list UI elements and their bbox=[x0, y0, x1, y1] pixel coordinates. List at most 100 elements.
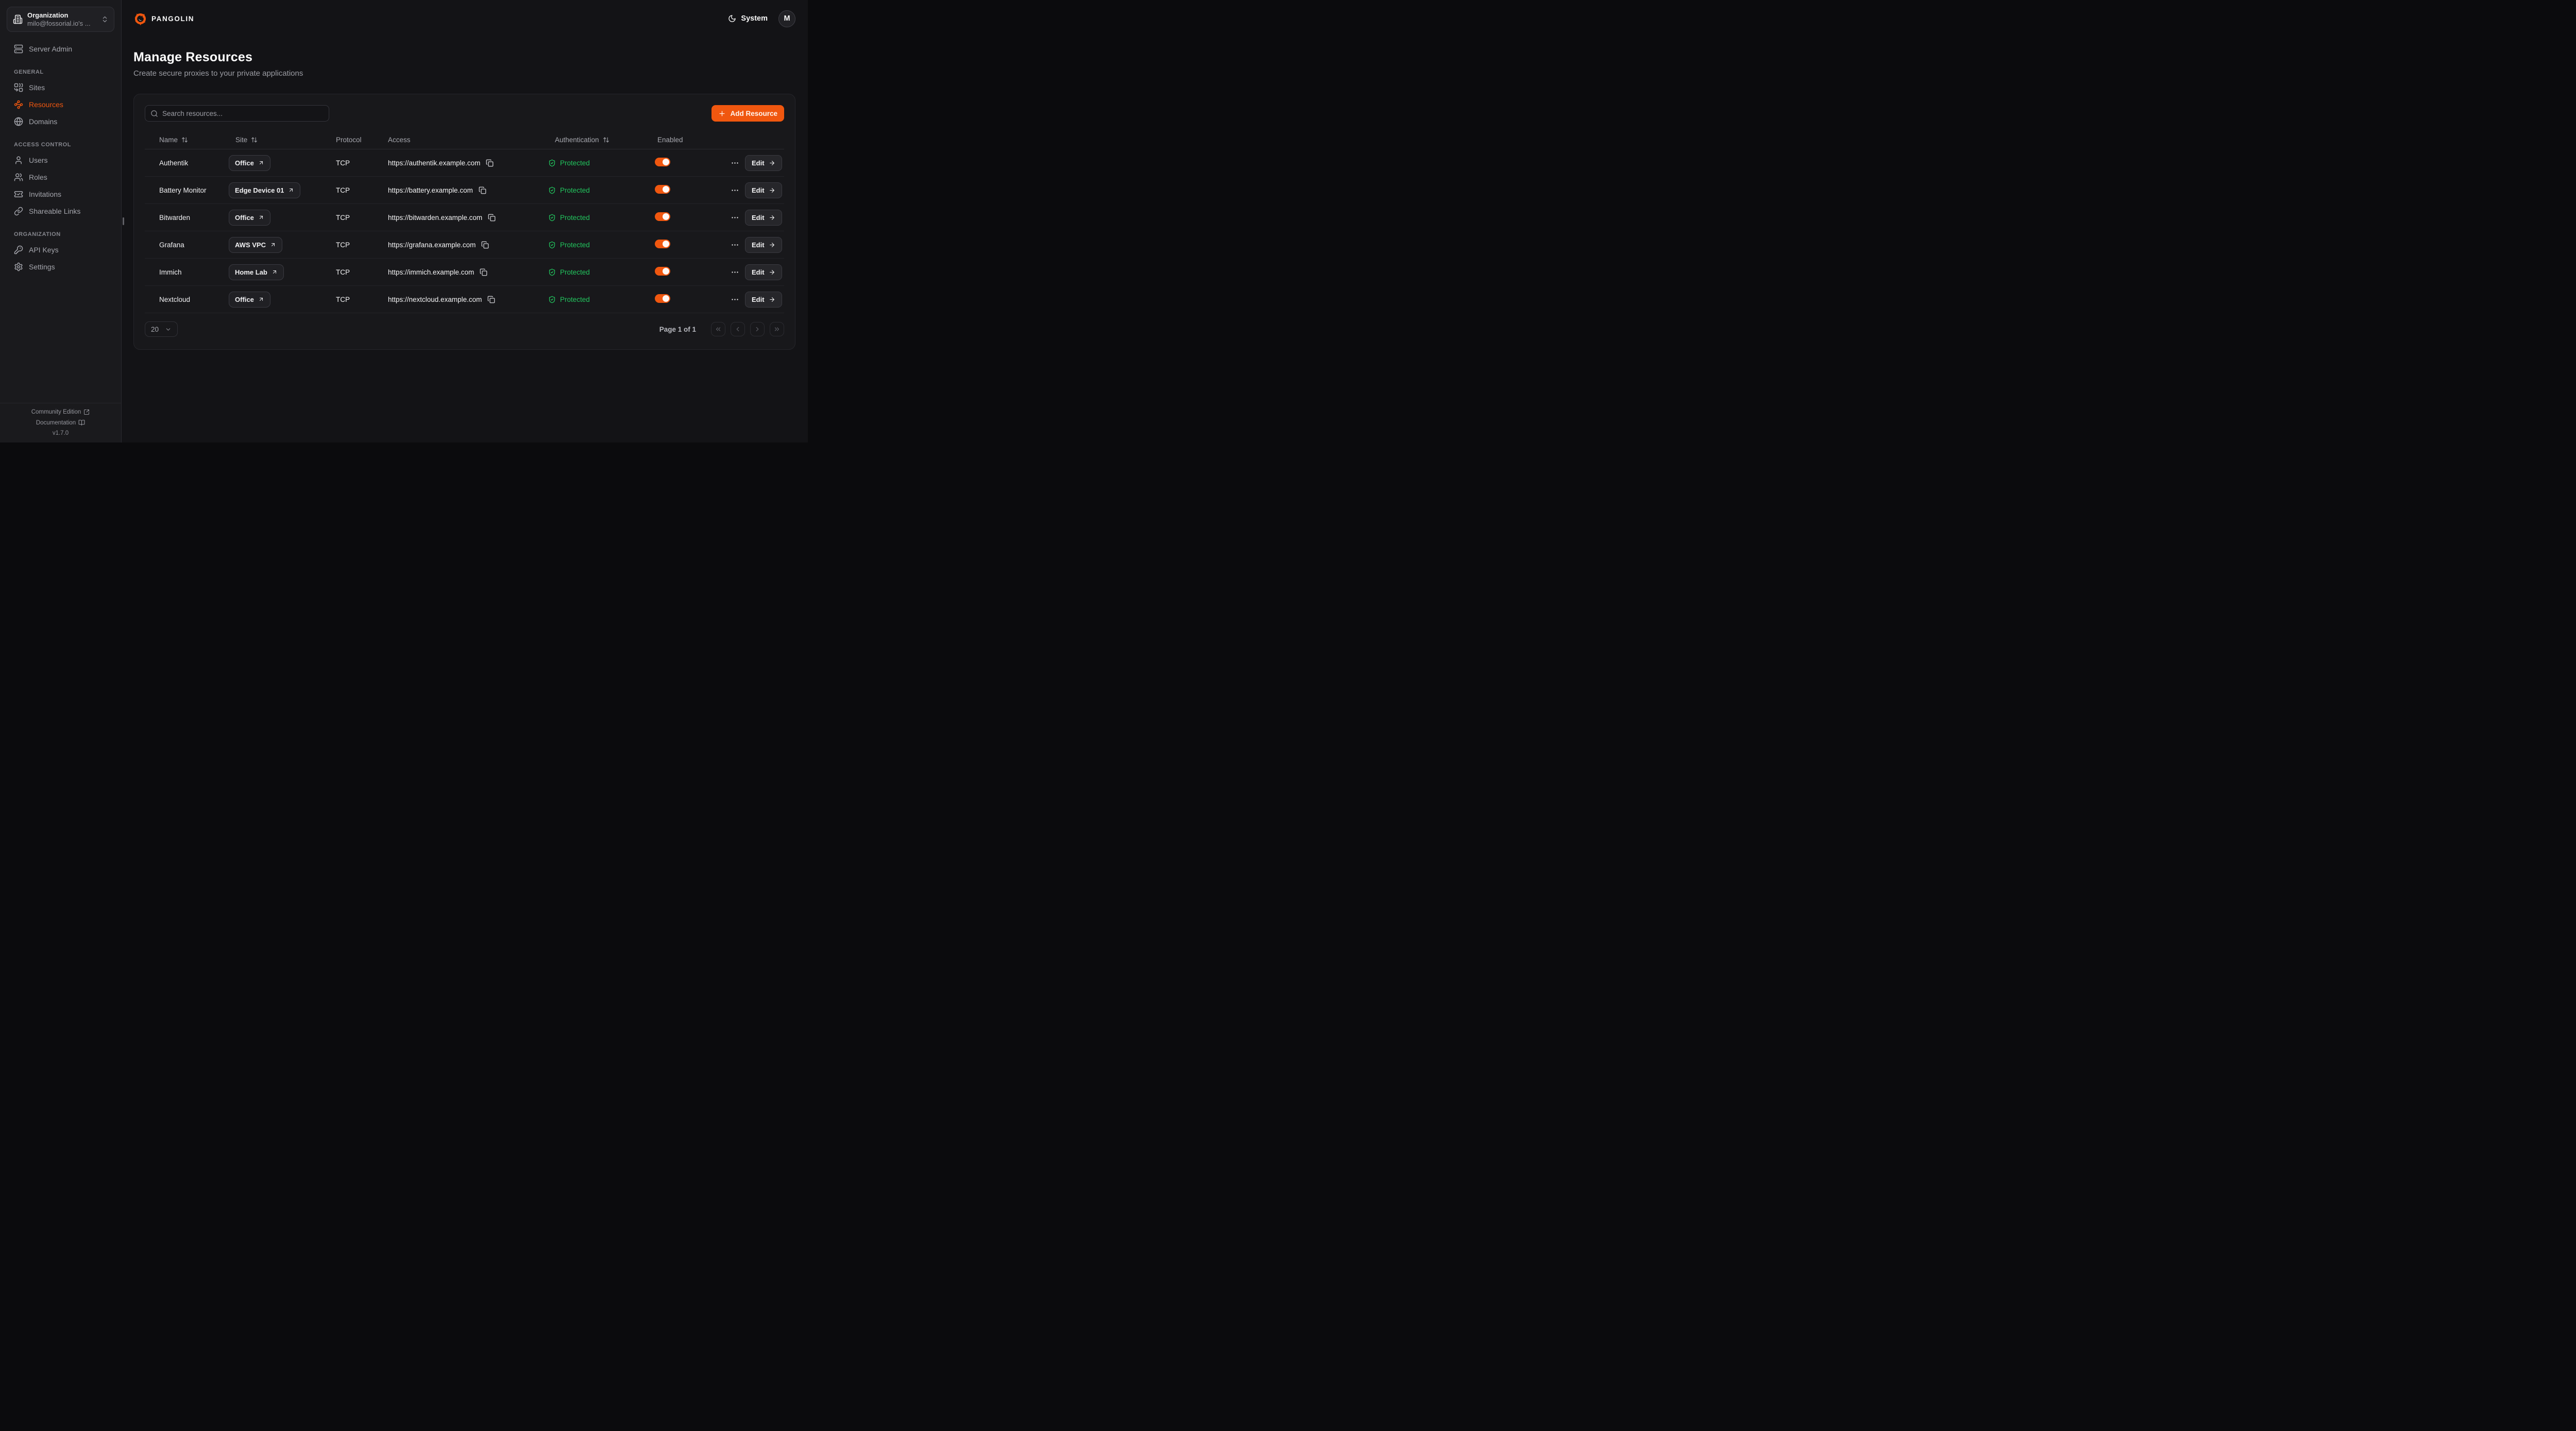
enabled-toggle[interactable] bbox=[655, 240, 670, 248]
documentation-link[interactable]: Documentation bbox=[0, 419, 121, 426]
auth-status-label: Protected bbox=[560, 159, 590, 167]
auth-status-badge: Protected bbox=[548, 241, 655, 249]
chevrons-up-down-icon bbox=[101, 15, 109, 23]
row-menu-button[interactable] bbox=[730, 185, 740, 196]
brand: PANGOLIN bbox=[133, 12, 194, 26]
section-label: GENERAL bbox=[0, 69, 121, 75]
arrow-right-icon bbox=[769, 160, 775, 166]
enabled-toggle[interactable] bbox=[655, 212, 670, 221]
brand-name: PANGOLIN bbox=[151, 15, 194, 23]
search-input[interactable] bbox=[162, 110, 324, 117]
edit-button[interactable]: Edit bbox=[745, 182, 782, 198]
column-header-site[interactable]: Site bbox=[229, 136, 336, 144]
section-label: ORGANIZATION bbox=[0, 231, 121, 237]
sidebar-item-shareable-links[interactable]: Shareable Links bbox=[0, 202, 121, 219]
row-menu-button[interactable] bbox=[730, 158, 740, 168]
auth-status-badge: Protected bbox=[548, 159, 655, 167]
edit-button[interactable]: Edit bbox=[745, 210, 782, 226]
site-link-button[interactable]: AWS VPC bbox=[229, 237, 282, 253]
edit-label: Edit bbox=[752, 159, 765, 167]
add-resource-button[interactable]: Add Resource bbox=[711, 105, 784, 122]
sidebar-item-users[interactable]: Users bbox=[0, 151, 121, 168]
sidebar-item-label: Domains bbox=[29, 117, 57, 126]
column-header-name[interactable]: Name bbox=[159, 136, 229, 144]
resources-card: Add Resource Name Site bbox=[133, 94, 795, 350]
row-menu-button[interactable] bbox=[730, 212, 740, 223]
sidebar-item-api-keys[interactable]: API Keys bbox=[0, 241, 121, 258]
shield-check-icon bbox=[548, 159, 556, 167]
edit-label: Edit bbox=[752, 296, 765, 303]
copy-url-button[interactable] bbox=[480, 268, 487, 276]
last-page-button[interactable] bbox=[770, 322, 784, 336]
resource-url: https://authentik.example.com bbox=[388, 159, 480, 167]
sidebar-section-access-control: ACCESS CONTROL Users Roles Invitations bbox=[0, 142, 121, 219]
site-link-button[interactable]: Office bbox=[229, 210, 270, 226]
edit-label: Edit bbox=[752, 186, 765, 194]
copy-url-button[interactable] bbox=[479, 186, 486, 194]
next-page-button[interactable] bbox=[750, 322, 765, 336]
edit-button[interactable]: Edit bbox=[745, 155, 782, 171]
copy-url-button[interactable] bbox=[487, 296, 495, 303]
copy-url-button[interactable] bbox=[486, 159, 494, 167]
sidebar-item-invitations[interactable]: Invitations bbox=[0, 185, 121, 202]
copy-url-button[interactable] bbox=[488, 214, 496, 222]
shield-check-icon bbox=[548, 268, 556, 276]
enabled-toggle[interactable] bbox=[655, 294, 670, 303]
sidebar-item-resources[interactable]: Resources bbox=[0, 96, 121, 113]
page-header: Manage Resources Create secure proxies t… bbox=[133, 50, 795, 78]
main-content: PANGOLIN System M Manage Resources Creat… bbox=[122, 0, 808, 442]
section-label: ACCESS CONTROL bbox=[0, 142, 121, 148]
sidebar-item-domains[interactable]: Domains bbox=[0, 113, 121, 130]
row-menu-button[interactable] bbox=[730, 294, 740, 305]
sidebar-item-server-admin[interactable]: Server Admin bbox=[0, 40, 121, 57]
enabled-toggle[interactable] bbox=[655, 158, 670, 166]
user-avatar[interactable]: M bbox=[778, 10, 795, 27]
page-subtitle: Create secure proxies to your private ap… bbox=[133, 69, 795, 78]
resource-protocol: TCP bbox=[336, 268, 388, 276]
column-header-authentication[interactable]: Authentication bbox=[548, 136, 655, 144]
site-link-button[interactable]: Office bbox=[229, 155, 270, 171]
copy-url-button[interactable] bbox=[481, 241, 489, 249]
site-name: Office bbox=[235, 159, 254, 167]
sidebar-section-general: GENERAL Sites Resources Domains bbox=[0, 69, 121, 130]
waypoints-icon bbox=[14, 100, 23, 109]
column-header-protocol: Protocol bbox=[336, 136, 388, 144]
app-window: Organization milo@fossorial.io's ... Ser… bbox=[0, 0, 808, 442]
edit-label: Edit bbox=[752, 241, 765, 249]
sidebar-item-sites[interactable]: Sites bbox=[0, 79, 121, 96]
prev-page-button[interactable] bbox=[731, 322, 745, 336]
ticket-check-icon bbox=[14, 190, 23, 199]
edit-button[interactable]: Edit bbox=[745, 292, 782, 308]
chevron-down-icon bbox=[165, 326, 172, 333]
resource-name: Grafana bbox=[159, 241, 229, 249]
org-selector-label: Organization bbox=[27, 11, 101, 20]
edit-button[interactable]: Edit bbox=[745, 237, 782, 253]
arrow-up-right-icon bbox=[270, 242, 276, 248]
arrow-up-right-icon bbox=[258, 296, 264, 302]
page-title: Manage Resources bbox=[133, 50, 795, 65]
theme-selector[interactable]: System bbox=[728, 14, 768, 23]
row-menu-button[interactable] bbox=[730, 267, 740, 278]
edit-button[interactable]: Edit bbox=[745, 264, 782, 280]
version-label: v1.7.0 bbox=[0, 430, 121, 436]
sidebar-item-settings[interactable]: Settings bbox=[0, 258, 121, 275]
users-icon bbox=[14, 173, 23, 182]
site-link-button[interactable]: Edge Device 01 bbox=[229, 182, 300, 198]
enabled-toggle[interactable] bbox=[655, 267, 670, 276]
first-page-button[interactable] bbox=[711, 322, 725, 336]
org-selector[interactable]: Organization milo@fossorial.io's ... bbox=[7, 7, 114, 32]
sidebar-item-roles[interactable]: Roles bbox=[0, 168, 121, 185]
enabled-toggle[interactable] bbox=[655, 185, 670, 194]
resource-name: Immich bbox=[159, 268, 229, 276]
resource-protocol: TCP bbox=[336, 159, 388, 167]
column-header-access: Access bbox=[388, 136, 548, 144]
site-link-button[interactable]: Home Lab bbox=[229, 264, 284, 280]
community-edition-link[interactable]: Community Edition bbox=[0, 409, 121, 415]
page-size-select[interactable]: 20 bbox=[145, 321, 178, 337]
sidebar-section-organization: ORGANIZATION API Keys Settings bbox=[0, 231, 121, 275]
auth-status-badge: Protected bbox=[548, 296, 655, 303]
site-link-button[interactable]: Office bbox=[229, 292, 270, 308]
row-menu-button[interactable] bbox=[730, 240, 740, 250]
shield-check-icon bbox=[548, 186, 556, 194]
table-row: Nextcloud Office TCP https://nextcloud.e… bbox=[145, 286, 784, 313]
